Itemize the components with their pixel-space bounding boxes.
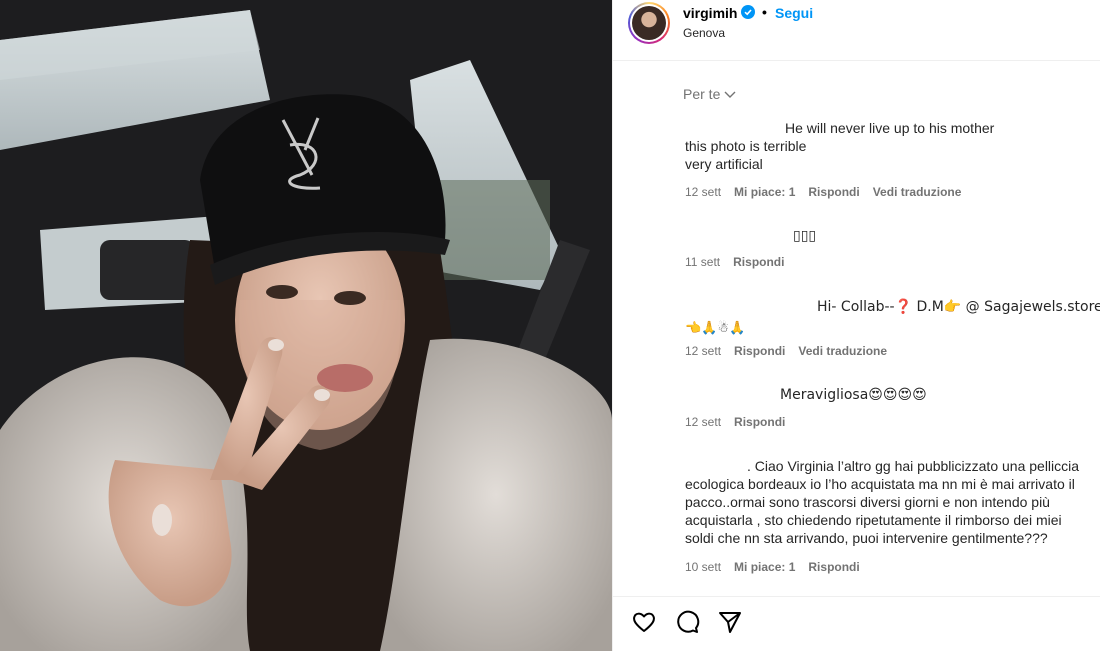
comment-text: He will never live up to his mother this… (685, 120, 995, 172)
comment-text: . Ciao Virginia l’altro gg hai pubbliciz… (685, 458, 1080, 546)
follow-button[interactable]: Segui (775, 5, 813, 21)
heart-icon[interactable] (631, 609, 657, 635)
share-icon[interactable] (717, 609, 743, 635)
comment-text: Meravigliosa😍😍😍😍 (780, 387, 927, 403)
comment-sort-dropdown[interactable]: Per te (683, 86, 737, 102)
translate-button[interactable]: Vedi traduzione (873, 185, 962, 199)
comment-time[interactable]: 12 sett (685, 185, 721, 199)
reply-button[interactable]: Rispondi (808, 560, 859, 574)
comment-meta: 12 sett Mi piace: 1 Rispondi Vedi traduz… (685, 185, 961, 199)
post-action-bar (613, 596, 1100, 651)
reply-button[interactable]: Rispondi (734, 344, 785, 358)
comment-time[interactable]: 12 sett (685, 344, 721, 358)
comment-likes[interactable]: Mi piace: 1 (734, 185, 795, 199)
comment-meta: 12 sett Rispondi (685, 415, 785, 429)
post-side-panel: virgimih • Segui Genova Per te He will n… (612, 0, 1100, 651)
comment-text: ▯▯▯ (793, 227, 817, 243)
comment-meta: 10 sett Mi piace: 1 Rispondi (685, 560, 860, 574)
comment-icon[interactable] (674, 609, 700, 635)
comment-likes[interactable]: Mi piace: 1 (734, 560, 795, 574)
comment-meta: 11 sett Rispondi (685, 255, 784, 269)
location-link[interactable]: Genova (683, 26, 725, 40)
comment-text: Hi- Collab--❓ D.M👉 @ Sagajewels.store 👈🙏… (685, 299, 1100, 336)
reply-button[interactable]: Rispondi (808, 185, 859, 199)
comment-time[interactable]: 12 sett (685, 415, 721, 429)
verified-badge-icon (741, 5, 755, 19)
post-photo[interactable] (0, 0, 612, 651)
sort-label: Per te (683, 86, 721, 102)
reply-button[interactable]: Rispondi (733, 255, 784, 269)
post-header: virgimih • Segui Genova (613, 0, 1100, 61)
username[interactable]: virgimih (683, 5, 737, 21)
reply-button[interactable]: Rispondi (734, 415, 785, 429)
selfie-image (0, 0, 612, 651)
comment-meta: 12 sett Rispondi Vedi traduzione (685, 344, 887, 358)
comment-time[interactable]: 11 sett (685, 255, 720, 269)
chevron-down-icon (724, 91, 736, 98)
translate-button[interactable]: Vedi traduzione (798, 344, 887, 358)
comment-time[interactable]: 10 sett (685, 560, 721, 574)
separator-dot: • (762, 4, 767, 20)
avatar[interactable] (628, 2, 670, 44)
